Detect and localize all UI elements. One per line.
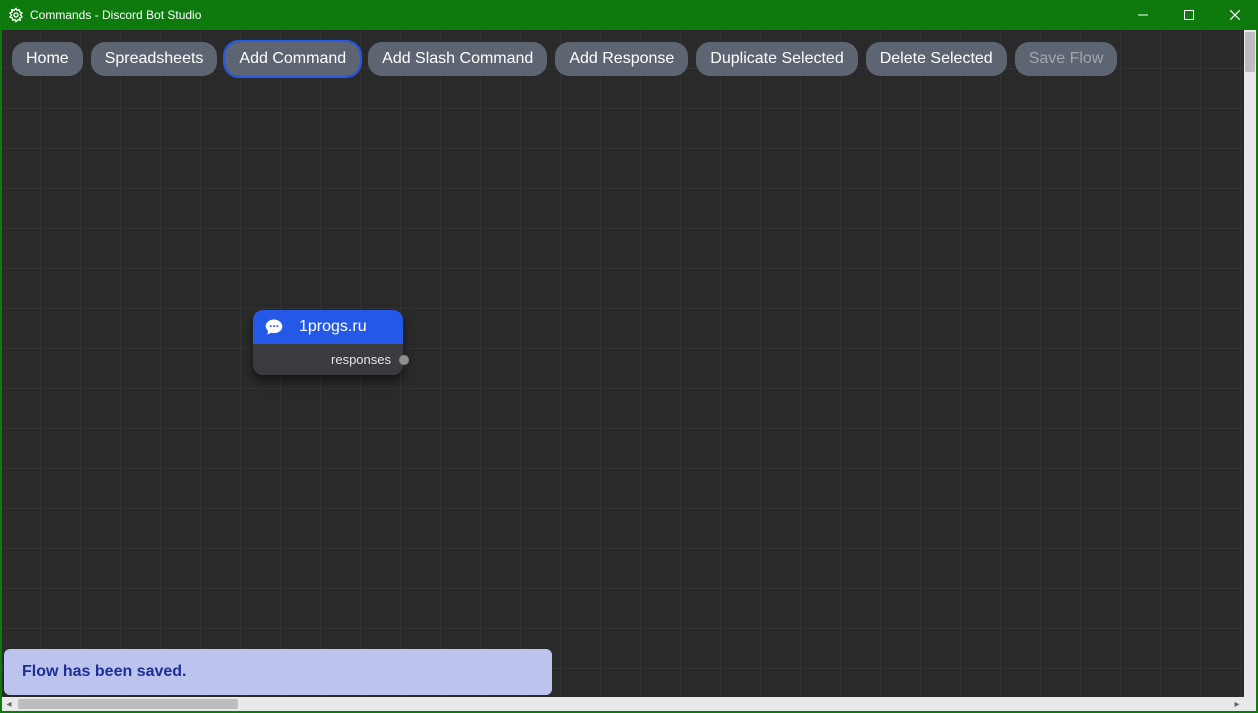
toast-message: Flow has been saved. [22,663,187,680]
output-port[interactable] [399,355,409,365]
maximize-button[interactable] [1166,0,1212,30]
node-header[interactable]: 1progs.ru [253,310,403,344]
home-button[interactable]: Home [12,42,83,76]
add-slash-command-button[interactable]: Add Slash Command [368,42,547,76]
minimize-button[interactable] [1120,0,1166,30]
scroll-right-arrow[interactable]: ▸ [1230,697,1244,711]
toolbar: Home Spreadsheets Add Command Add Slash … [12,42,1117,76]
duplicate-selected-button[interactable]: Duplicate Selected [696,42,857,76]
canvas-wrap: Home Spreadsheets Add Command Add Slash … [2,30,1256,711]
chat-bubble-icon [263,316,285,338]
spreadsheets-button[interactable]: Spreadsheets [91,42,218,76]
node-title: 1progs.ru [299,318,367,336]
toast: Flow has been saved. [4,649,552,695]
vertical-scroll-thumb[interactable] [1245,32,1255,72]
titlebar: Commands - Discord Bot Studio [0,0,1258,30]
scroll-corner [1244,697,1256,711]
horizontal-scrollbar[interactable]: ◂ ▸ [2,697,1244,711]
scroll-left-arrow[interactable]: ◂ [2,697,16,711]
add-command-button[interactable]: Add Command [225,42,360,76]
client-area: Home Spreadsheets Add Command Add Slash … [0,30,1258,713]
vertical-scrollbar[interactable] [1244,30,1256,697]
save-flow-button[interactable]: Save Flow [1015,42,1118,76]
delete-selected-button[interactable]: Delete Selected [866,42,1007,76]
node-port-label: responses [331,352,391,367]
node-body: responses [253,344,403,375]
horizontal-scroll-thumb[interactable] [18,699,238,709]
horizontal-scroll-track[interactable] [16,697,1230,711]
window-title: Commands - Discord Bot Studio [30,8,201,22]
gear-icon [8,7,24,23]
command-node[interactable]: 1progs.ru responses [253,310,403,375]
flow-canvas[interactable] [2,30,1244,697]
close-button[interactable] [1212,0,1258,30]
add-response-button[interactable]: Add Response [555,42,688,76]
